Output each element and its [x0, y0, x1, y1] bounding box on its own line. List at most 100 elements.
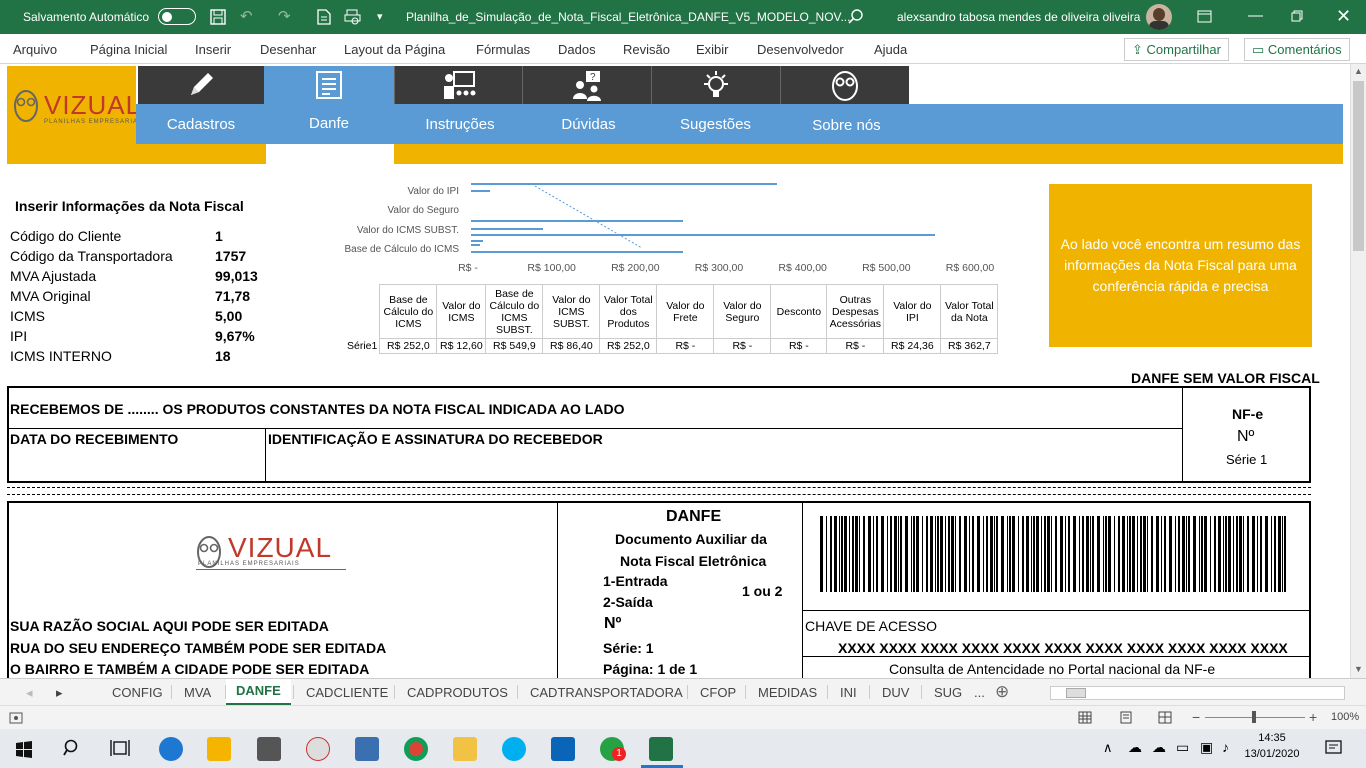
sheet-tab[interactable]: MEDIDAS [758, 685, 817, 700]
menu-desenvolvedor[interactable]: Desenvolvedor [757, 42, 844, 57]
table-cell[interactable]: R$ 362,7 [940, 338, 999, 354]
nav-cadastros[interactable]: Cadastros [138, 116, 264, 133]
skype-icon[interactable] [502, 737, 526, 761]
table-cell[interactable]: R$ 252,0 [379, 338, 438, 354]
form-value[interactable]: 1757 [215, 248, 246, 264]
save-icon[interactable] [210, 9, 226, 25]
restore-icon[interactable] [1291, 10, 1303, 22]
mail-icon[interactable] [257, 737, 281, 761]
search-icon[interactable] [848, 9, 863, 24]
nav-sobre[interactable]: Sobre nós [782, 117, 911, 134]
cloud-icon[interactable]: ☁ [1152, 739, 1166, 756]
share-button[interactable]: ⇪ Compartilhar [1124, 38, 1229, 61]
menu-exibir[interactable]: Exibir [696, 42, 729, 57]
zoom-level[interactable]: 100% [1331, 711, 1359, 723]
undo-icon[interactable]: ↶ [240, 9, 253, 25]
sheet-tab[interactable]: SUG [934, 685, 962, 700]
nav-sobre-box[interactable] [780, 66, 909, 104]
sheet-tab[interactable]: MVA [184, 685, 211, 700]
worksheet[interactable]: VIZUAL PLANILHAS EMPRESARIAIS ? Cadastro… [0, 64, 1350, 678]
print-preview-icon[interactable] [344, 9, 361, 25]
nav-instrucoes[interactable]: Instruções [396, 116, 524, 133]
form-value[interactable]: 9,67% [215, 328, 255, 344]
table-cell[interactable]: R$ 86,40 [542, 338, 601, 354]
comments-button[interactable]: ▭ Comentários [1244, 38, 1350, 61]
autosave-toggle[interactable] [158, 8, 196, 25]
zoom-in-icon[interactable]: + [1309, 709, 1317, 725]
macro-record-icon[interactable] [9, 712, 23, 724]
menu-pagina-inicial[interactable]: Página Inicial [90, 42, 167, 57]
zoom-out-icon[interactable]: − [1192, 709, 1200, 725]
ribbon-display-icon[interactable] [1197, 10, 1212, 23]
form-value[interactable]: 5,00 [215, 308, 242, 324]
form-value[interactable]: 1 [215, 228, 223, 244]
table-cell[interactable]: R$ - [713, 338, 772, 354]
menu-dados[interactable]: Dados [558, 42, 596, 57]
normal-view-icon[interactable] [1078, 711, 1092, 724]
page-layout-icon[interactable] [1119, 711, 1133, 724]
nav-danfe-box[interactable] [264, 66, 394, 104]
table-cell[interactable]: R$ - [826, 338, 885, 354]
clock-date[interactable]: 13/01/2020 [1244, 748, 1300, 760]
menu-ajuda[interactable]: Ajuda [874, 42, 907, 57]
table-cell[interactable]: R$ 24,36 [883, 338, 942, 354]
sheet-tab[interactable]: INI [840, 685, 857, 700]
menu-inserir[interactable]: Inserir [195, 42, 231, 57]
minimize-icon[interactable]: — [1248, 8, 1263, 24]
sheet-tab[interactable]: DUV [882, 685, 909, 700]
action-center-icon[interactable] [1325, 740, 1342, 756]
horizontal-scrollbar[interactable] [1050, 686, 1345, 700]
table-cell[interactable]: R$ - [656, 338, 715, 354]
sheet-tab[interactable]: ... [974, 685, 985, 700]
search-taskbar-icon[interactable] [63, 739, 81, 757]
tab-scroll-right-icon[interactable]: ▸ [56, 685, 63, 701]
menu-arquivo[interactable]: Arquivo [13, 42, 57, 57]
sheet-tab[interactable]: CFOP [700, 685, 736, 700]
windows-start-icon[interactable] [15, 740, 33, 758]
vertical-scrollbar[interactable]: ▲ ▼ [1350, 64, 1366, 678]
hscroll-thumb[interactable] [1066, 688, 1086, 698]
sheet-tab[interactable]: CONFIG [112, 685, 163, 700]
customize-qat-icon[interactable]: ▾ [377, 9, 383, 25]
table-cell[interactable]: R$ 252,0 [599, 338, 658, 354]
sheet-tab[interactable]: DANFE [226, 679, 291, 705]
network-app-icon[interactable] [355, 737, 379, 761]
menu-formulas[interactable]: Fórmulas [476, 42, 530, 57]
clock-time[interactable]: 14:35 [1249, 732, 1295, 744]
table-cell[interactable]: R$ - [770, 338, 828, 354]
file-explorer-icon[interactable] [453, 737, 477, 761]
nav-duvidas[interactable]: Dúvidas [524, 116, 653, 133]
battery-icon[interactable]: ▭ [1176, 739, 1189, 756]
store-icon[interactable] [207, 737, 231, 761]
tab-scroll-left-icon[interactable]: ◂ [26, 685, 33, 701]
chevron-up-icon[interactable]: ∧ [1103, 740, 1113, 756]
table-cell[interactable]: R$ 12,60 [436, 338, 487, 354]
onedrive-icon[interactable]: ☁ [1128, 739, 1142, 756]
form-value[interactable]: 18 [215, 348, 231, 364]
nav-sugestoes[interactable]: Sugestões [651, 116, 780, 133]
sheet-tab[interactable]: CADCLIENTE [306, 685, 388, 700]
menu-revisao[interactable]: Revisão [623, 42, 670, 57]
chrome-icon[interactable] [404, 737, 428, 761]
excel-icon[interactable] [649, 737, 673, 761]
table-cell[interactable]: R$ 549,9 [485, 338, 544, 354]
edge-icon[interactable] [159, 737, 183, 761]
nav-instrucoes-box[interactable] [394, 66, 522, 104]
sheet-tab[interactable]: CADTRANSPORTADORA [530, 685, 683, 700]
nav-cadastros-box[interactable] [138, 66, 264, 104]
nav-sugestoes-box[interactable] [651, 66, 780, 104]
form-value[interactable]: 99,013 [215, 268, 258, 284]
snipping-tool-icon[interactable] [306, 737, 330, 761]
menu-desenhar[interactable]: Desenhar [260, 42, 316, 57]
volume-icon[interactable]: ♪ [1222, 739, 1229, 755]
close-icon[interactable]: ✕ [1336, 7, 1351, 25]
zoom-handle[interactable] [1252, 711, 1256, 723]
menu-layout[interactable]: Layout da Página [344, 42, 445, 57]
nav-danfe[interactable]: Danfe [264, 115, 394, 132]
new-file-icon[interactable] [317, 9, 331, 25]
network-icon[interactable]: ▣ [1200, 739, 1213, 756]
sheet-tab[interactable]: CADPRODUTOS [407, 685, 508, 700]
add-sheet-icon[interactable]: ⊕ [995, 682, 1009, 702]
task-view-icon[interactable] [110, 739, 130, 757]
scroll-down-icon[interactable]: ▼ [1354, 664, 1363, 674]
